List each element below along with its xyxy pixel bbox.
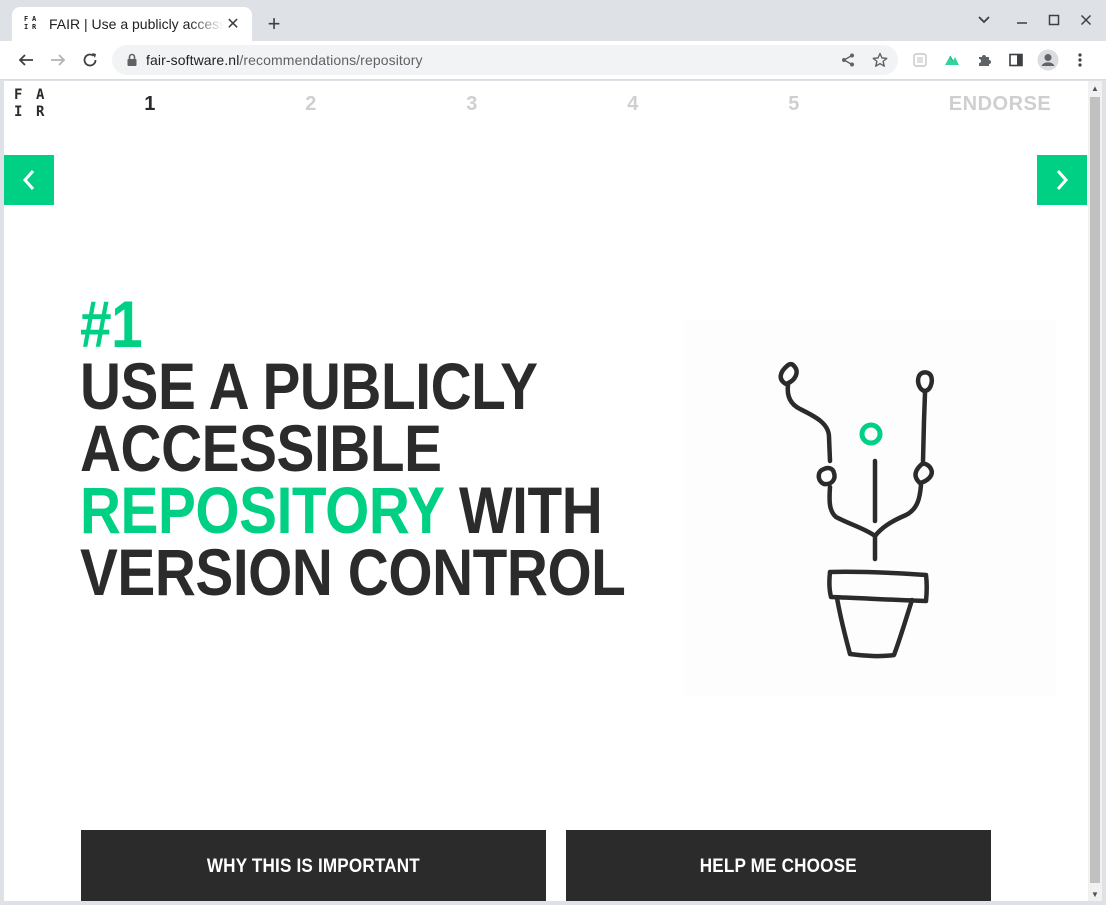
fair-favicon-icon: FA IR: [24, 15, 37, 31]
close-window-button[interactable]: [1074, 8, 1098, 32]
recommendation-heading: #1 USE A PUBLICLY ACCESSIBLE REPOSITORY …: [80, 287, 714, 609]
star-icon[interactable]: [868, 48, 892, 72]
tab-strip: FA IR FAIR | Use a publicly accessible r…: [0, 0, 1106, 41]
lock-icon[interactable]: [124, 52, 140, 68]
heading-line-1: USE A PUBLICLY: [80, 349, 538, 423]
back-arrow-icon[interactable]: [14, 48, 38, 72]
chevron-left-icon: [22, 170, 35, 190]
tab-title: FAIR | Use a publicly accessible reposit…: [49, 16, 224, 32]
scroll-up-icon[interactable]: ▲: [1088, 81, 1102, 95]
vue-devtools-icon[interactable]: [940, 48, 964, 72]
chevron-right-icon: [1056, 170, 1069, 190]
sidebar-icon[interactable]: [1004, 48, 1028, 72]
url-text[interactable]: fair-software.nl/recommendations/reposit…: [146, 52, 423, 68]
recommendation-number: #1: [80, 287, 143, 361]
scroll-thumb[interactable]: [1090, 97, 1100, 883]
step-2-link[interactable]: 2: [305, 93, 317, 116]
browser-tab[interactable]: FA IR FAIR | Use a publicly accessible r…: [12, 7, 252, 41]
endorse-link[interactable]: ENDORSE: [949, 93, 1051, 116]
minimize-button[interactable]: [1010, 8, 1034, 32]
tab-search-icon[interactable]: [972, 8, 996, 32]
maximize-button[interactable]: [1042, 8, 1066, 32]
profile-icon[interactable]: [1036, 48, 1060, 72]
why-important-button[interactable]: WHY THIS IS IMPORTANT: [81, 830, 546, 901]
page-viewport: FA IR 1 2 3 4 5 ENDORSE #1 USE A PUBLICL…: [4, 81, 1088, 901]
next-button[interactable]: [1037, 155, 1087, 205]
step-4-link[interactable]: 4: [627, 93, 639, 116]
puzzle-icon[interactable]: [972, 48, 996, 72]
step-navigation: 1 2 3 4 5 ENDORSE: [4, 93, 1088, 117]
address-bar[interactable]: fair-software.nl/recommendations/reposit…: [112, 45, 898, 75]
heading-line-3: REPOSITORY WITH: [80, 477, 625, 543]
plant-pot-illustration: [684, 321, 1056, 697]
previous-button[interactable]: [4, 155, 54, 205]
tab-close-icon[interactable]: ✕: [224, 15, 242, 33]
new-tab-button[interactable]: +: [262, 11, 286, 36]
forward-arrow-icon[interactable]: [46, 48, 70, 72]
extension-icon[interactable]: [908, 48, 932, 72]
step-5-link[interactable]: 5: [788, 93, 800, 116]
share-icon[interactable]: [836, 48, 860, 72]
heading-line-2: ACCESSIBLE: [80, 411, 442, 485]
reload-icon[interactable]: [78, 48, 102, 72]
browser-toolbar: fair-software.nl/recommendations/reposit…: [0, 41, 1106, 80]
step-1-link[interactable]: 1: [144, 93, 156, 116]
page-scrollbar[interactable]: ▲ ▼: [1088, 81, 1102, 901]
step-3-link[interactable]: 3: [466, 93, 478, 116]
help-me-choose-button[interactable]: HELP ME CHOOSE: [566, 830, 991, 901]
heading-line-4: VERSION CONTROL: [80, 535, 626, 609]
menu-icon[interactable]: [1068, 48, 1092, 72]
scroll-down-icon[interactable]: ▼: [1088, 887, 1102, 901]
